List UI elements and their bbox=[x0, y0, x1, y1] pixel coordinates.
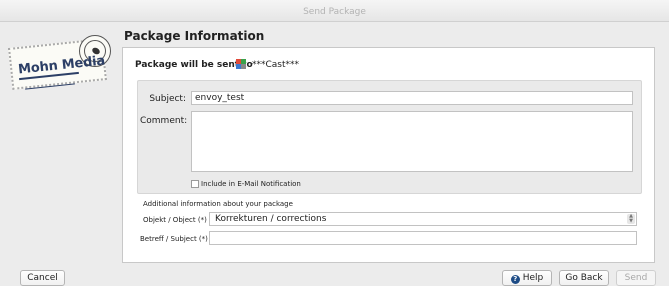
email-notification-label[interactable]: Include in E-Mail Notification bbox=[201, 180, 301, 188]
comment-label: Comment: bbox=[140, 116, 188, 126]
objekt-label: Objekt / Object (*) bbox=[143, 216, 207, 224]
additional-info-heading: Additional information about your packag… bbox=[143, 200, 293, 208]
recipient-name: ***Cast*** bbox=[252, 60, 300, 70]
subject-input[interactable]: envoy_test bbox=[191, 91, 633, 105]
email-notification-checkbox[interactable] bbox=[191, 180, 199, 188]
select-arrows-icon: ▲ ▼ bbox=[627, 214, 635, 224]
betreff-label: Betreff / Subject (*) bbox=[140, 235, 208, 243]
window-titlebar: Send Package bbox=[0, 0, 669, 22]
objekt-select[interactable]: Korrekturen / corrections ▲ ▼ bbox=[209, 212, 637, 226]
objekt-select-value: Korrekturen / corrections bbox=[215, 214, 327, 224]
help-button-label: Help bbox=[522, 273, 544, 283]
betreff-input[interactable] bbox=[209, 231, 637, 245]
comment-textarea[interactable] bbox=[191, 111, 633, 172]
recipient-icon bbox=[236, 59, 246, 69]
subject-label: Subject: bbox=[149, 94, 186, 104]
panel-title: Package Information bbox=[124, 29, 265, 43]
help-icon: ? bbox=[510, 275, 520, 284]
window-title: Send Package bbox=[303, 7, 366, 17]
